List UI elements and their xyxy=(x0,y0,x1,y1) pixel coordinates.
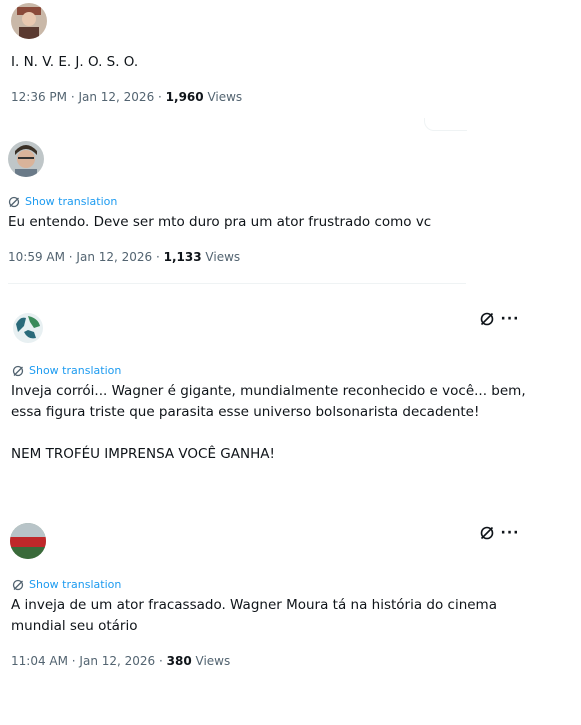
tweet-text: A inveja de um ator fracassado. Wagner M… xyxy=(11,597,497,634)
tweet-meta: 10:59 AM · Jan 12, 2026 · 1,133 Views xyxy=(8,250,240,264)
meta-separator: · xyxy=(67,90,79,104)
show-translation-link[interactable]: Show translation xyxy=(12,578,121,591)
grok-translate-icon xyxy=(12,579,24,590)
meta-separator: · xyxy=(155,654,167,668)
avatar-image xyxy=(10,310,46,346)
views-label: Views xyxy=(195,654,231,668)
show-translation-label[interactable]: Show translation xyxy=(25,195,117,208)
show-translation-link[interactable]: Show translation xyxy=(12,364,121,377)
tweet-text: Eu entendo. Deve ser mto duro pra um ato… xyxy=(8,214,432,230)
tweet-date[interactable]: Jan 12, 2026 xyxy=(78,90,154,104)
avatar-image xyxy=(10,523,46,559)
show-translation-link[interactable]: Show translation xyxy=(8,195,117,208)
grok-translate-icon xyxy=(8,196,20,207)
grok-translate-icon xyxy=(12,365,24,376)
reply-connector xyxy=(424,118,467,131)
tweet-divider xyxy=(8,283,466,284)
avatar[interactable] xyxy=(8,141,44,177)
avatar-image xyxy=(8,141,44,177)
avatar[interactable] xyxy=(10,310,46,346)
grok-translate-icon[interactable] xyxy=(478,524,496,542)
meta-separator: · xyxy=(154,90,166,104)
meta-separator: · xyxy=(152,250,164,264)
views-label: Views xyxy=(205,250,241,264)
show-translation-label[interactable]: Show translation xyxy=(29,364,121,377)
tweet-date[interactable]: Jan 12, 2026 xyxy=(79,654,155,668)
views-label: Views xyxy=(207,90,243,104)
tweet-meta: 11:04 AM · Jan 12, 2026 · 380 Views xyxy=(11,654,230,668)
avatar[interactable] xyxy=(10,523,46,559)
grok-translate-icon[interactable] xyxy=(478,310,496,328)
meta-separator: · xyxy=(64,250,77,264)
avatar[interactable] xyxy=(11,3,47,39)
tweet-text: I. N. V. E. J. O. S. O. xyxy=(11,54,139,70)
tweet-meta: 12:36 PM · Jan 12, 2026 · 1,960 Views xyxy=(11,90,242,104)
tweet-text: Inveja corrói... Wagner é gigante, mundi… xyxy=(11,383,526,462)
meta-separator: · xyxy=(67,654,80,668)
views-count: 380 xyxy=(166,654,192,668)
views-count: 1,133 xyxy=(163,250,202,264)
more-options-icon[interactable]: ··· xyxy=(501,524,519,542)
tweet-time[interactable]: 12:36 PM xyxy=(11,90,67,104)
views-count: 1,960 xyxy=(165,90,204,104)
avatar-image xyxy=(11,3,47,39)
tweet-time[interactable]: 11:04 AM xyxy=(11,654,68,668)
more-options-icon[interactable]: ··· xyxy=(501,310,519,328)
tweet-date[interactable]: Jan 12, 2026 xyxy=(76,250,152,264)
tweet-time[interactable]: 10:59 AM xyxy=(8,250,65,264)
show-translation-label[interactable]: Show translation xyxy=(29,578,121,591)
